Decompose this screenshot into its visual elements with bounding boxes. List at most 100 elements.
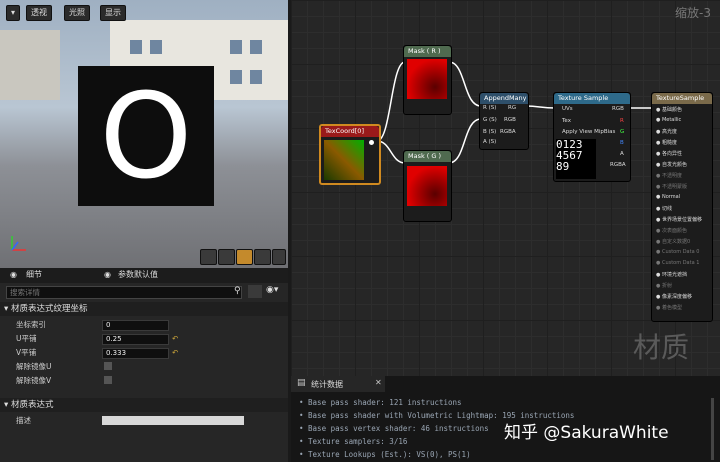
building-window [250, 70, 262, 84]
result-pin[interactable]: ● 各向异性 [656, 150, 682, 157]
result-pin[interactable]: ● 着色模型 [656, 304, 682, 311]
result-pin[interactable]: ● Metallic [656, 117, 681, 123]
stats-tab[interactable]: ▤ 统计数据 ✕ [291, 376, 385, 392]
material-graph[interactable]: 缩放-3 材质 TexCoord[0] Mask ( R ) Mask ( G … [291, 0, 720, 376]
stat-line: • Texture Lookups (Est.): VS(0), PS(1) [299, 450, 471, 459]
result-pin[interactable]: ● 不透明度 [656, 172, 682, 179]
prop-row-v-tiling: V平铺 0.333 ↶ [0, 346, 288, 359]
v-tiling-field[interactable]: 0.333 [102, 348, 169, 359]
pin-label: Custom Data 0 [661, 249, 700, 255]
result-pin[interactable]: ● 基础颜色 [656, 106, 682, 113]
mask-g-preview [407, 166, 447, 206]
tab-details-icon: ◉ [10, 270, 17, 279]
prop-row-description: 描述 [0, 414, 288, 427]
result-pin[interactable]: ● 高光度 [656, 128, 677, 135]
node-title: Texture Sample [554, 93, 630, 104]
axis-gizmo-icon [11, 236, 26, 251]
background-building [0, 30, 60, 100]
result-pin[interactable]: ● 粗糙度 [656, 139, 677, 146]
node-title: TexCoord[0] [321, 126, 379, 137]
pin-label: RGBA [500, 129, 516, 135]
result-pin[interactable]: ● 不透明蒙版 [656, 183, 687, 190]
preview-plane-button[interactable] [236, 249, 253, 265]
tab-parameter-defaults-icon: ◉ [104, 270, 111, 279]
eye-icon[interactable]: ◉▾ [266, 285, 278, 295]
details-panel: ◉ 细节 ◉ 参数默认值 ⚲ ◉▾ ▾ 材质表达式纹理坐标 坐标索引 0 U平铺… [0, 268, 288, 462]
result-pin[interactable]: ● Normal [656, 194, 680, 200]
result-pin[interactable]: ● Custom Data 1 [656, 260, 699, 266]
description-field[interactable] [102, 416, 244, 425]
unmirror-v-checkbox[interactable] [104, 376, 112, 384]
pin-label: B (S) [483, 129, 497, 135]
close-icon[interactable]: ✕ [375, 378, 382, 387]
stat-line: • Base pass shader: 121 instructions [299, 398, 462, 407]
viewport-menu-button[interactable]: ▾ [6, 5, 21, 21]
building-window [250, 40, 262, 54]
pin-label: 像素深度偏移 [661, 294, 692, 300]
section-texcoord-header[interactable]: ▾ 材质表达式纹理坐标 [0, 302, 288, 316]
pin-label: G [620, 129, 625, 135]
perspective-button[interactable]: 透视 [26, 5, 52, 21]
node-title: Mask ( G ) [404, 151, 451, 162]
pin-label: UVs [562, 106, 573, 112]
pin-label: RG [508, 105, 517, 111]
pin-label: Custom Data 1 [661, 260, 700, 266]
prop-row-unmirror-v: 解除镜像V [0, 374, 288, 387]
prop-row-u-tiling: U平铺 0.25 ↶ [0, 332, 288, 345]
material-preview-viewport[interactable]: ▾ 透视 光照 显示 O [0, 0, 288, 268]
node-material-result[interactable]: TextureSample ● 基础颜色 ● Metallic ● 高光度 ● 粗糙度… [651, 92, 713, 322]
preview-plane: O [78, 66, 214, 206]
tab-details[interactable]: 细节 [26, 268, 42, 282]
prop-label: U平铺 [16, 334, 37, 343]
pin-label: A (S) [483, 139, 497, 145]
show-button[interactable]: 显示 [100, 5, 126, 21]
pin-label: 环境光遮挡 [661, 272, 687, 278]
tab-parameter-defaults[interactable]: 参数默认值 [118, 268, 158, 282]
pin-label: 不透明度 [661, 173, 682, 179]
pin-label: 自定义数据0 [661, 239, 691, 245]
pin-label: RGB [612, 106, 624, 112]
node-title: AppendMany [480, 93, 528, 104]
u-tiling-field[interactable]: 0.25 [102, 334, 169, 345]
preview-cylinder-button[interactable] [200, 249, 217, 265]
details-search-input[interactable] [6, 286, 242, 299]
lighting-button[interactable]: 光照 [64, 5, 90, 21]
pin-label: 切线 [661, 206, 672, 212]
result-pin[interactable]: ● 自发光颜色 [656, 161, 687, 168]
reset-icon[interactable]: ↶ [172, 346, 178, 359]
result-pin[interactable]: ● 自定义数据0 [656, 238, 690, 245]
prop-label: 描述 [16, 416, 31, 425]
node-texcoord[interactable]: TexCoord[0] [319, 124, 381, 185]
prop-label: 解除镜像V [16, 376, 52, 385]
texture-preview: 0123 4567 89 [556, 139, 596, 179]
stats-tab-label: 统计数据 [311, 380, 343, 389]
building-window [150, 40, 162, 54]
pin-label: 基础颜色 [661, 107, 682, 113]
preview-mesh-button[interactable] [272, 249, 286, 265]
node-mask-r[interactable]: Mask ( R ) [403, 45, 452, 115]
building-window [130, 40, 142, 54]
section-title: 材质表达式纹理坐标 [10, 304, 88, 314]
stat-line: • Base pass vertex shader: 46 instructio… [299, 424, 489, 433]
preview-sphere-button[interactable] [218, 249, 235, 265]
view-options-button[interactable] [248, 285, 262, 298]
result-pin[interactable]: ● 像素深度偏移 [656, 293, 692, 300]
result-pin[interactable]: ● 环境光遮挡 [656, 271, 687, 278]
result-pin[interactable]: ● 世界场景位置偏移 [656, 216, 702, 223]
node-mask-g[interactable]: Mask ( G ) [403, 150, 452, 222]
result-pin[interactable]: ● 折射 [656, 282, 672, 289]
section-expression-header[interactable]: ▾ 材质表达式 [0, 398, 288, 412]
preview-cube-button[interactable] [254, 249, 271, 265]
pin-label: RGB [504, 117, 516, 123]
coord-index-field[interactable]: 0 [102, 320, 169, 331]
pin-label: Apply View MipBias [562, 129, 616, 135]
stats-scrollbar[interactable] [711, 398, 714, 460]
unmirror-u-checkbox[interactable] [104, 362, 112, 370]
reset-icon[interactable]: ↶ [172, 332, 178, 345]
node-texture-sample[interactable]: Texture Sample UVs Tex Apply View MipBia… [553, 92, 631, 182]
output-pin[interactable] [369, 140, 374, 145]
result-pin[interactable]: ● Custom Data 0 [656, 249, 699, 255]
node-appendmany[interactable]: AppendMany R (S) G (S) B (S) A (S) RG RG… [479, 92, 529, 150]
result-pin[interactable]: ● 次表面颜色 [656, 227, 687, 234]
result-pin[interactable]: ● 切线 [656, 205, 672, 212]
